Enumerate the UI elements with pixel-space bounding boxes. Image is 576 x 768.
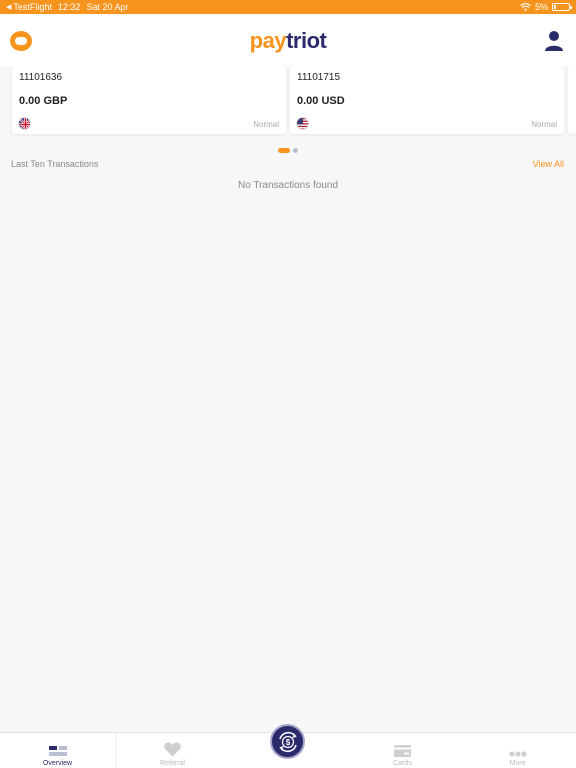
- more-dots-icon: [508, 751, 527, 757]
- account-balance: 0.00 USD: [297, 95, 345, 107]
- overview-icon: [48, 746, 67, 756]
- status-bar: ◀ TestFlight 12:32 Sat 20 Apr 5%: [0, 0, 576, 14]
- tab-label: More: [509, 760, 526, 767]
- tab-label: Overview: [42, 760, 73, 767]
- status-date: Sat 20 Apr: [86, 2, 129, 12]
- no-transactions-message: No Transactions found: [237, 180, 339, 191]
- account-card[interactable]: 11101715 0.00 USD Normal: [290, 66, 564, 134]
- account-status: Normal: [531, 120, 557, 129]
- battery-percent: 5%: [534, 2, 548, 12]
- view-all-link[interactable]: View All: [533, 159, 564, 169]
- tab-label: Referral: [160, 760, 185, 767]
- tab-more[interactable]: More: [460, 733, 575, 768]
- back-to-app-link[interactable]: ◀ TestFlight: [6, 2, 52, 12]
- logo-part-triot: triot: [286, 28, 327, 53]
- account-number: 11101636: [19, 72, 63, 83]
- carousel-pagination: [0, 148, 576, 153]
- exchange-dollar-icon: $: [278, 731, 297, 752]
- account-card[interactable]: 11101636 0.00 GBP Normal: [12, 66, 286, 134]
- paytriot-logo: paytriot: [0, 28, 576, 54]
- pagination-dot-active[interactable]: [278, 148, 290, 153]
- account-balance: 0.00 GBP: [19, 95, 68, 107]
- status-right: 5%: [520, 2, 572, 12]
- heart-icon: [164, 742, 181, 757]
- status-left: ◀ TestFlight 12:32 Sat 20 Apr: [6, 2, 128, 12]
- account-card-partial[interactable]: [568, 66, 576, 134]
- pagination-dot[interactable]: [293, 148, 298, 153]
- back-arrow-icon: ◀: [6, 4, 12, 11]
- app-header: paytriot: [0, 14, 576, 66]
- battery-icon: [552, 3, 572, 11]
- status-time: 12:32: [57, 2, 81, 12]
- accounts-carousel[interactable]: 11101636 0.00 GBP Normal 11101715 0.00 U…: [0, 66, 576, 138]
- tab-referral[interactable]: Referral: [115, 733, 230, 768]
- transactions-title: Last Ten Transactions: [11, 159, 99, 169]
- us-flag-icon: [296, 117, 309, 130]
- account-number: 11101715: [297, 72, 341, 83]
- tab-cards[interactable]: Cards: [345, 733, 460, 768]
- card-icon: [394, 745, 411, 757]
- account-status: Normal: [253, 120, 279, 129]
- wifi-icon: [520, 3, 531, 11]
- tab-label: Cards: [393, 760, 412, 767]
- user-profile-icon[interactable]: [544, 30, 564, 52]
- svg-text:$: $: [285, 738, 290, 747]
- uk-flag-icon: [18, 117, 31, 130]
- exchange-button[interactable]: $: [270, 724, 305, 759]
- back-app-name: TestFlight: [13, 2, 52, 12]
- tab-overview[interactable]: Overview: [0, 733, 115, 768]
- logo-part-pay: pay: [249, 28, 287, 53]
